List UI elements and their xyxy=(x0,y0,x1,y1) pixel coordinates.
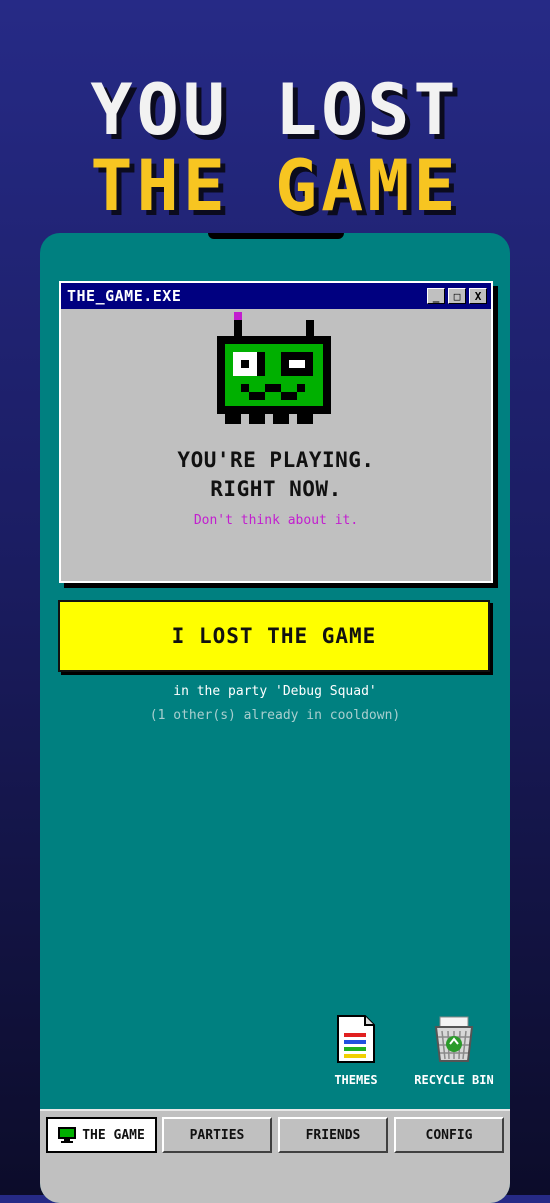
tab-friends[interactable]: FRIENDS xyxy=(278,1117,388,1153)
monitor-icon xyxy=(58,1127,77,1143)
recycle-bin-label: RECYCLE BIN xyxy=(414,1073,494,1087)
cooldown-info: (1 other(s) already in cooldown) xyxy=(149,708,401,723)
themes-label: THEMES xyxy=(334,1073,378,1087)
lost-the-game-button[interactable]: I LOST THE GAME xyxy=(58,600,490,672)
playing-message: YOU'RE PLAYING. RIGHT NOW. xyxy=(61,446,491,504)
headline: YOU LOST THE GAME xyxy=(0,72,550,224)
window-subtext: Don't think about it. xyxy=(193,513,359,528)
themes-desktop-icon[interactable]: THEMES xyxy=(306,1015,406,1087)
headline-line-2: THE GAME xyxy=(90,145,460,227)
tab-label: FRIENDS xyxy=(305,1127,361,1143)
tab-label: CONFIG xyxy=(425,1127,473,1143)
tab-parties[interactable]: PARTIES xyxy=(162,1117,272,1153)
tab-config[interactable]: CONFIG xyxy=(394,1117,504,1153)
minimize-button[interactable]: _ xyxy=(427,288,445,304)
maximize-button[interactable]: □ xyxy=(448,288,466,304)
tab-label: THE GAME xyxy=(82,1127,145,1143)
document-icon xyxy=(337,1015,375,1063)
taskbar: THE GAME PARTIES FRIENDS CONFIG xyxy=(40,1109,510,1203)
party-info: in the party 'Debug Squad' xyxy=(173,684,377,699)
recycle-bin-icon xyxy=(434,1016,474,1062)
recycle-bin-desktop-icon[interactable]: RECYCLE BIN xyxy=(404,1015,504,1087)
close-button[interactable]: X xyxy=(469,288,487,304)
window-titlebar[interactable]: THE_GAME.EXE _ □ X xyxy=(61,283,491,309)
tab-label: PARTIES xyxy=(189,1127,245,1143)
window-controls: _ □ X xyxy=(427,288,487,304)
window-title: THE_GAME.EXE xyxy=(67,287,182,305)
message-line-2: RIGHT NOW. xyxy=(210,477,342,501)
message-line-1: YOU'RE PLAYING. xyxy=(177,448,375,472)
headline-line-1: YOU LOST xyxy=(90,69,460,151)
phone-screen: THE_GAME.EXE _ □ X YOU'RE PLAYING. RIGHT… xyxy=(40,233,510,1203)
game-window: THE_GAME.EXE _ □ X YOU'RE PLAYING. RIGHT… xyxy=(59,281,493,583)
robot-face-icon xyxy=(217,312,331,424)
tab-the-game[interactable]: THE GAME xyxy=(46,1117,157,1153)
phone-notch xyxy=(208,233,344,239)
